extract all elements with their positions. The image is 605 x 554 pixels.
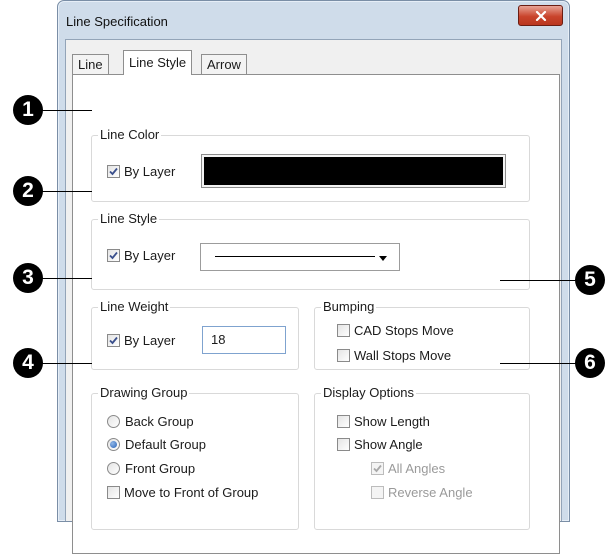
reverse-angle-checkbox[interactable]: Reverse Angle xyxy=(371,485,473,500)
show-angle-checkbox[interactable]: Show Angle xyxy=(337,437,423,452)
checkbox-box xyxy=(107,334,120,347)
line-weight-by-layer-checkbox[interactable]: By Layer xyxy=(107,333,175,348)
line-color-button[interactable] xyxy=(201,154,506,188)
callout-marker-1: 1 xyxy=(13,95,43,125)
display-options-group: Display Options Show Length Show Angle A… xyxy=(314,385,530,530)
checkbox-box xyxy=(107,249,120,262)
callout-marker-2: 2 xyxy=(13,176,43,206)
checkmark-icon xyxy=(109,251,118,260)
checkbox-label: By Layer xyxy=(124,164,176,179)
front-group-radio[interactable]: Front Group xyxy=(107,461,195,476)
radio-label: Default Group xyxy=(125,437,206,452)
checkbox-label: All Angles xyxy=(388,461,446,476)
all-angles-checkbox[interactable]: All Angles xyxy=(371,461,445,476)
checkbox-box xyxy=(371,486,384,499)
checkbox-box xyxy=(337,438,350,451)
checkbox-box xyxy=(337,415,350,428)
drawing-group-title: Drawing Group xyxy=(98,385,190,401)
bumping-title: Bumping xyxy=(321,299,377,315)
checkbox-box xyxy=(337,324,350,337)
line-style-by-layer-checkbox[interactable]: By Layer xyxy=(107,248,175,263)
close-x-icon xyxy=(535,10,546,21)
display-options-title: Display Options xyxy=(321,385,417,401)
back-group-radio[interactable]: Back Group xyxy=(107,414,194,429)
checkbox-box xyxy=(337,349,350,362)
cad-stops-move-checkbox[interactable]: CAD Stops Move xyxy=(337,323,454,338)
line-style-group: Line Style By Layer xyxy=(91,211,530,290)
radio-label: Front Group xyxy=(125,461,196,476)
default-group-radio[interactable]: Default Group xyxy=(107,437,206,452)
tab-line-style-label: Line Style xyxy=(129,55,187,70)
radio-selected-dot xyxy=(110,441,117,448)
dialog-client-area: Line Line Style Arrow Line Color By Laye… xyxy=(65,39,562,554)
color-swatch-fill xyxy=(204,157,503,185)
line-style-dropdown[interactable] xyxy=(200,243,400,271)
line-color-group: Line Color By Layer xyxy=(91,127,530,202)
callout-marker-6: 6 xyxy=(575,348,605,378)
drawing-group-group: Drawing Group Back Group Default Group F… xyxy=(91,385,299,530)
checkbox-label: Reverse Angle xyxy=(388,485,473,500)
tab-line-style[interactable]: Line Style xyxy=(123,50,193,75)
line-style-preview xyxy=(215,256,375,257)
show-length-checkbox[interactable]: Show Length xyxy=(337,414,430,429)
tab-line-label: Line xyxy=(78,57,103,72)
line-style-tab-panel: Line Color By Layer Line Style By Layer … xyxy=(72,74,560,554)
line-color-by-layer-checkbox[interactable]: By Layer xyxy=(107,164,175,179)
checkbox-label: CAD Stops Move xyxy=(354,323,454,338)
dropdown-arrow-icon xyxy=(379,256,387,261)
callout-marker-4: 4 xyxy=(13,348,43,378)
wall-stops-move-checkbox[interactable]: Wall Stops Move xyxy=(337,348,451,363)
radio-label: Back Group xyxy=(125,414,194,429)
checkmark-icon xyxy=(373,464,382,473)
checkbox-label: Wall Stops Move xyxy=(354,348,452,363)
tab-arrow-label: Arrow xyxy=(207,57,241,72)
callout-marker-5: 5 xyxy=(575,265,605,295)
checkbox-label: Show Length xyxy=(354,414,430,429)
move-to-front-checkbox[interactable]: Move to Front of Group xyxy=(107,485,258,500)
checkbox-box xyxy=(107,486,120,499)
radio-button xyxy=(107,415,120,428)
title-bar[interactable]: Line Specification xyxy=(58,1,569,39)
tab-arrow[interactable]: Arrow xyxy=(201,54,247,74)
dialog-title: Line Specification xyxy=(66,14,168,29)
close-button[interactable] xyxy=(518,5,563,26)
checkbox-box xyxy=(107,165,120,178)
line-weight-group: Line Weight By Layer 18 xyxy=(91,299,299,370)
line-style-title: Line Style xyxy=(98,211,160,227)
radio-button xyxy=(107,438,120,451)
bumping-group: Bumping CAD Stops Move Wall Stops Move xyxy=(314,299,530,370)
line-color-title: Line Color xyxy=(98,127,162,143)
line-weight-title: Line Weight xyxy=(98,299,171,315)
checkbox-label: Move to Front of Group xyxy=(124,485,259,500)
checkbox-label: Show Angle xyxy=(354,437,423,452)
checkbox-box xyxy=(371,462,384,475)
callout-marker-3: 3 xyxy=(13,263,43,293)
line-specification-dialog: Line Specification Line Line Style Arrow… xyxy=(57,0,570,554)
checkbox-label: By Layer xyxy=(124,248,176,263)
checkmark-icon xyxy=(109,167,118,176)
checkbox-label: By Layer xyxy=(124,333,176,348)
tab-line[interactable]: Line xyxy=(72,54,109,74)
line-weight-input[interactable]: 18 xyxy=(202,326,286,354)
radio-button xyxy=(107,462,120,475)
checkmark-icon xyxy=(109,336,118,345)
